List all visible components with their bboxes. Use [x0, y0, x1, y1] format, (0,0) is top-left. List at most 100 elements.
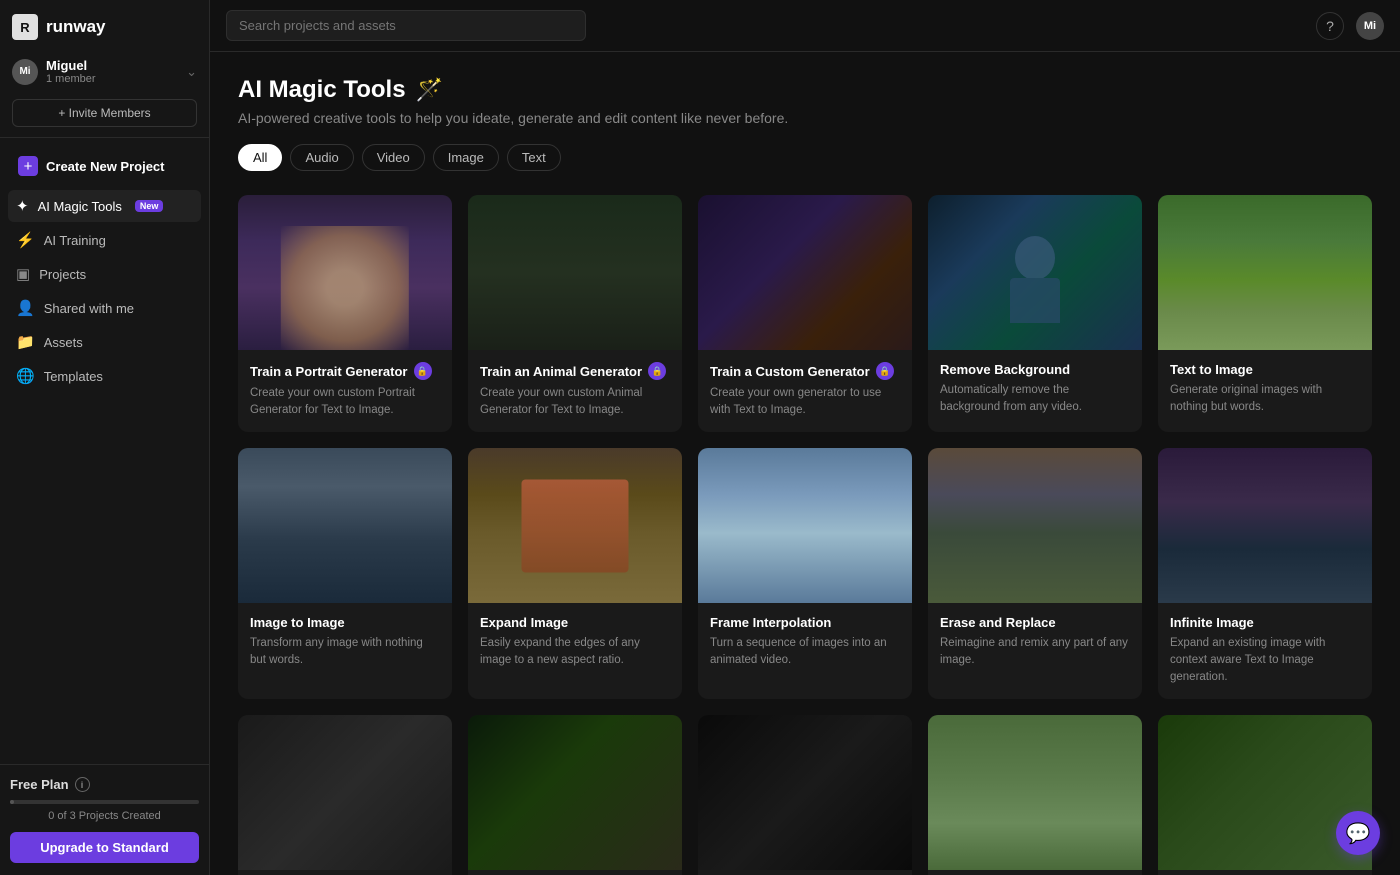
tool-custom-title: Train a Custom Generator: [710, 364, 870, 379]
sidebar-item-ai-training[interactable]: ⚡ AI Training: [8, 224, 201, 256]
tool-expand-title: Expand Image: [480, 615, 568, 630]
progress-bar-fill: [10, 800, 14, 804]
tool-depth-of-field[interactable]: Depth of Field Simulate depth of field i…: [928, 715, 1142, 875]
tool-r3-3-image: [698, 715, 912, 870]
tool-animal-image: [468, 195, 682, 350]
tool-r3-5-image: [1158, 715, 1372, 870]
help-button[interactable]: ?: [1316, 12, 1344, 40]
tool-animal-title: Train an Animal Generator: [480, 364, 642, 379]
filter-all[interactable]: All: [238, 144, 282, 171]
tool-img2img-info: Image to Image Transform any image with …: [238, 603, 452, 682]
tool-portrait-desc: Create your own custom Portrait Generato…: [250, 385, 440, 418]
topbar-right: ? Mi: [1316, 12, 1384, 40]
sidebar-item-shared-with-me[interactable]: 👤 Shared with me: [8, 292, 201, 324]
tool-infinite-info: Infinite Image Expand an existing image …: [1158, 603, 1372, 699]
tool-infinite-desc: Expand an existing image with context aw…: [1170, 635, 1360, 685]
magic-icon: ✦: [16, 197, 29, 215]
tool-r3-2-info: 3D Capture Turn any image into a 3D obje…: [468, 870, 682, 875]
chevron-down-icon: ⌄: [186, 64, 197, 80]
create-project-label: Create New Project: [46, 159, 165, 174]
tool-text-to-image-img: [1158, 195, 1372, 350]
tool-erase-replace[interactable]: Erase and Replace Reimagine and remix an…: [928, 448, 1142, 699]
tool-portrait-info: Train a Portrait Generator 🔒 Create your…: [238, 350, 452, 432]
tool-super-slow-motion[interactable]: Super Slow Motion Create smooth slow mot…: [1158, 715, 1372, 875]
chat-button[interactable]: 💬: [1336, 811, 1380, 855]
tool-remove-bg-title: Remove Background: [940, 362, 1070, 377]
sidebar-item-assets[interactable]: 📁 Assets: [8, 326, 201, 358]
filter-tabs: All Audio Video Image Text: [238, 144, 1372, 171]
tool-3d-capture[interactable]: 3D Capture Turn any image into a 3D obje…: [468, 715, 682, 875]
tool-expand-image-img: [468, 448, 682, 603]
lock-icon: 🔒: [648, 362, 666, 380]
tool-erase-desc: Reimagine and remix any part of any imag…: [940, 635, 1130, 668]
tool-custom-image: [698, 195, 912, 350]
tool-infinite-title: Infinite Image: [1170, 615, 1254, 630]
shared-with-me-label: Shared with me: [44, 301, 134, 316]
tool-animal-info: Train an Animal Generator 🔒 Create your …: [468, 350, 682, 432]
tool-frame-desc: Turn a sequence of images into an animat…: [710, 635, 900, 668]
tool-custom-generator[interactable]: Train a Custom Generator 🔒 Create your o…: [698, 195, 912, 432]
tool-animal-desc: Create your own custom Animal Generator …: [480, 385, 670, 418]
sidebar-item-projects[interactable]: ▣ Projects: [8, 258, 201, 290]
filter-audio[interactable]: Audio: [290, 144, 353, 171]
tools-grid-row3: Motion Brush Add precise motion to speci…: [238, 715, 1372, 875]
tool-infinite-image[interactable]: Infinite Image Expand an existing image …: [1158, 448, 1372, 699]
tool-image-to-image[interactable]: Image to Image Transform any image with …: [238, 448, 452, 699]
tool-remove-bg-desc: Automatically remove the background from…: [940, 382, 1130, 415]
tool-text-to-image[interactable]: Text to Image Generate original images w…: [1158, 195, 1372, 432]
projects-icon: ▣: [16, 265, 30, 283]
assets-label: Assets: [44, 335, 83, 350]
user-avatar[interactable]: Mi: [1356, 12, 1384, 40]
tool-motion-brush[interactable]: Motion Brush Add precise motion to speci…: [238, 715, 452, 875]
projects-count: 0 of 3 Projects Created: [10, 810, 199, 822]
tool-remove-background[interactable]: Remove Background Automatically remove t…: [928, 195, 1142, 432]
tool-r3-1-info: Motion Brush Add precise motion to speci…: [238, 870, 452, 875]
tool-frame-title-row: Frame Interpolation: [710, 615, 900, 630]
info-icon[interactable]: i: [75, 777, 90, 792]
tool-animal-generator[interactable]: Train an Animal Generator 🔒 Create your …: [468, 195, 682, 432]
tool-img2img-title-row: Image to Image: [250, 615, 440, 630]
new-badge: New: [135, 200, 164, 212]
lock-icon: 🔒: [414, 362, 432, 380]
tools-grid-row2: Image to Image Transform any image with …: [238, 448, 1372, 699]
workspace-name: Miguel: [46, 58, 96, 73]
tool-infinite-title-row: Infinite Image: [1170, 615, 1360, 630]
templates-label: Templates: [44, 369, 103, 384]
workspace-details: Miguel 1 member: [46, 58, 96, 85]
ai-training-label: AI Training: [44, 233, 106, 248]
tools-grid-row1: Train a Portrait Generator 🔒 Create your…: [238, 195, 1372, 432]
page-subtitle: AI-powered creative tools to help you id…: [238, 110, 1372, 126]
logo-text: runway: [46, 17, 106, 37]
tool-frame-title: Frame Interpolation: [710, 615, 831, 630]
sidebar-item-ai-magic-tools[interactable]: ✦ AI Magic Tools New: [8, 190, 201, 222]
free-plan-row: Free Plan i: [10, 777, 199, 792]
topbar: ? Mi: [210, 0, 1400, 52]
sidebar-item-templates[interactable]: 🌐 Templates: [8, 360, 201, 392]
filter-image[interactable]: Image: [433, 144, 499, 171]
tool-frame-interpolation[interactable]: Frame Interpolation Turn a sequence of i…: [698, 448, 912, 699]
tool-erase-image: [928, 448, 1142, 603]
filter-video[interactable]: Video: [362, 144, 425, 171]
tool-blur-color-grade[interactable]: Blur & Color Grade Apply blur and color …: [698, 715, 912, 875]
main-area: ? Mi AI Magic Tools 🪄 AI-powered creativ…: [210, 0, 1400, 875]
tool-text-to-image-desc: Generate original images with nothing bu…: [1170, 382, 1360, 415]
plus-icon: +: [18, 156, 38, 176]
content-area: AI Magic Tools 🪄 AI-powered creative too…: [210, 52, 1400, 875]
tool-text-to-image-info: Text to Image Generate original images w…: [1158, 350, 1372, 429]
filter-text[interactable]: Text: [507, 144, 561, 171]
sidebar-item-create-project[interactable]: + Create New Project: [8, 148, 201, 184]
tool-r3-5-info: Super Slow Motion Create smooth slow mot…: [1158, 870, 1372, 875]
ai-magic-tools-label: AI Magic Tools: [38, 199, 122, 214]
tool-portrait-title: Train a Portrait Generator: [250, 364, 408, 379]
assets-icon: 📁: [16, 333, 35, 351]
workspace-members: 1 member: [46, 73, 96, 85]
projects-label: Projects: [39, 267, 86, 282]
tool-remove-bg-info: Remove Background Automatically remove t…: [928, 350, 1142, 429]
search-input[interactable]: [226, 10, 586, 41]
upgrade-button[interactable]: Upgrade to Standard: [10, 832, 199, 863]
tool-frame-info: Frame Interpolation Turn a sequence of i…: [698, 603, 912, 682]
tool-expand-image[interactable]: Expand Image Easily expand the edges of …: [468, 448, 682, 699]
tool-portrait-generator[interactable]: Train a Portrait Generator 🔒 Create your…: [238, 195, 452, 432]
invite-members-button[interactable]: + Invite Members: [12, 99, 197, 127]
tool-remove-bg-title-row: Remove Background: [940, 362, 1130, 377]
